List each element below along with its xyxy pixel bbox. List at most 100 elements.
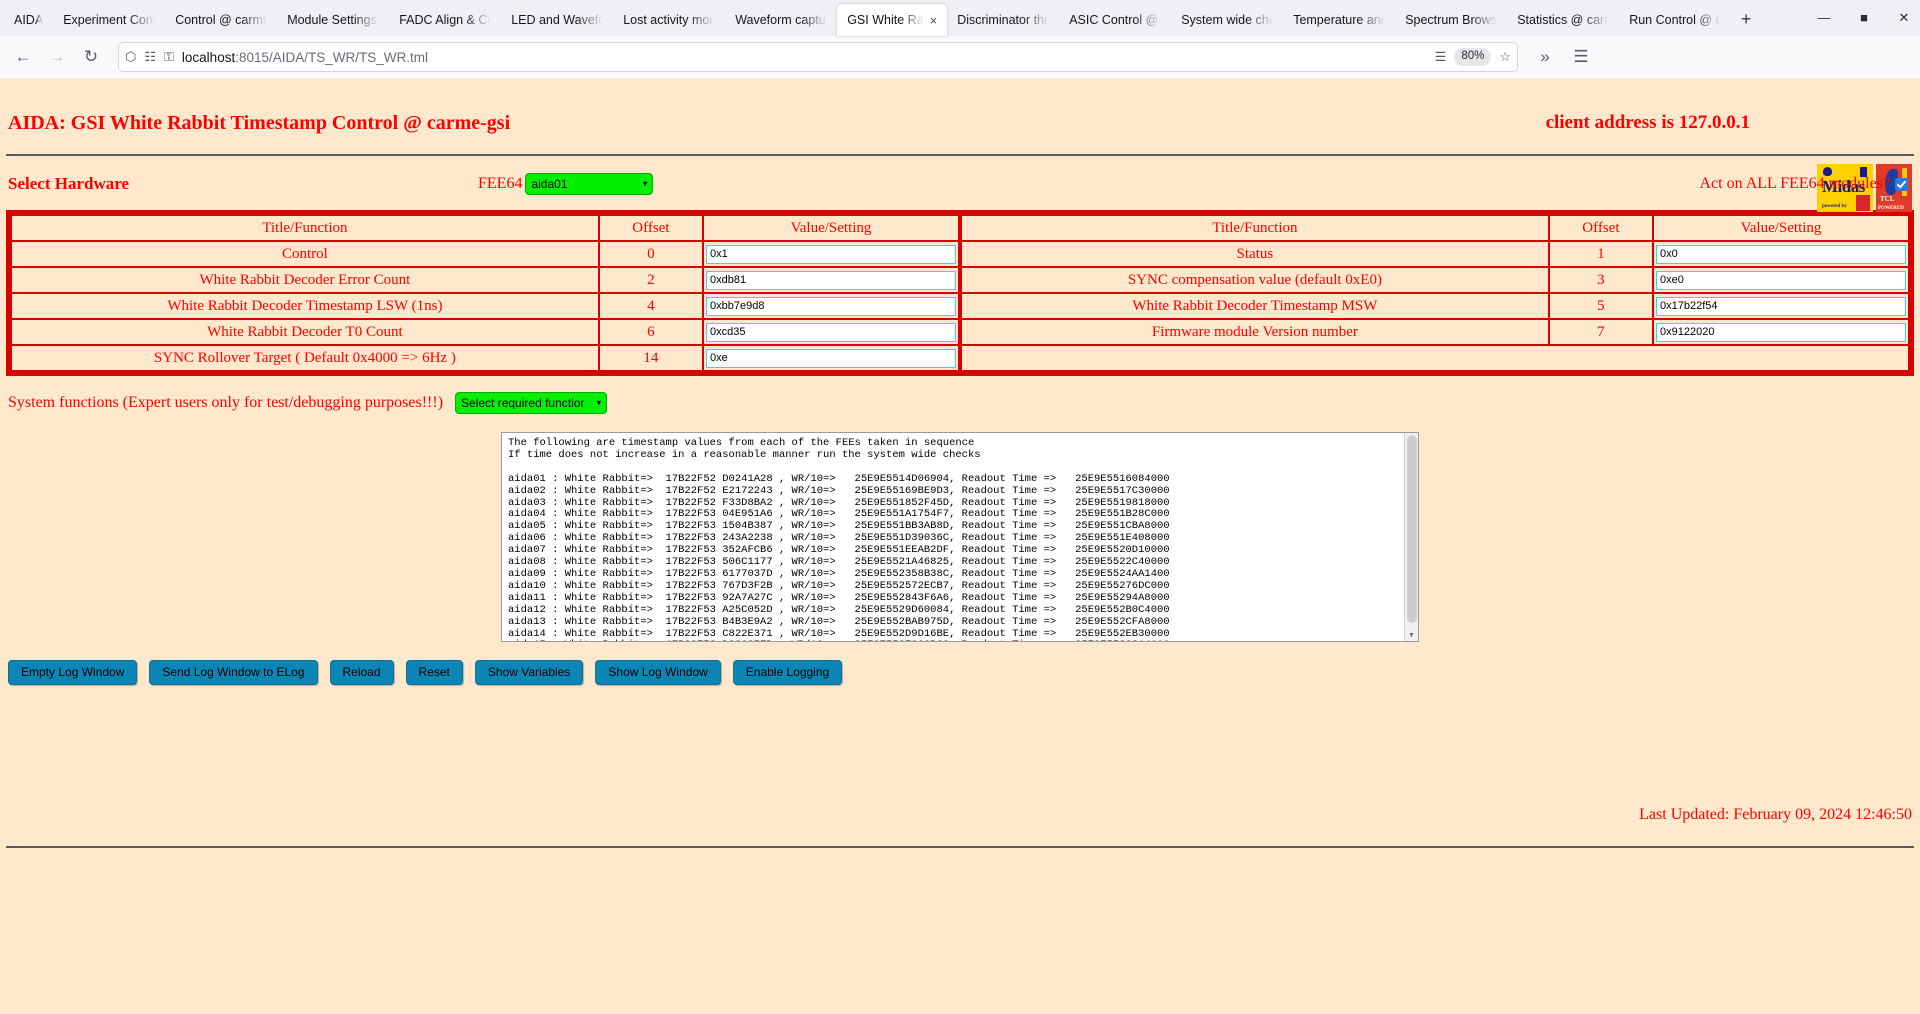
table-row: White Rabbit Decoder T0 Count 6 <box>10 318 960 346</box>
page-info-icon[interactable]: ☷ <box>144 49 156 65</box>
register-value-input[interactable] <box>1656 322 1906 342</box>
page-content: AIDA: GSI White Rabbit Timestamp Control… <box>0 78 1920 1014</box>
fee64-select-group: FEE64 aida01 ▾ <box>478 173 654 195</box>
row-offset: 14 <box>597 344 705 372</box>
tab-label: Statistics @ carme-gsi <box>1517 13 1609 27</box>
browser-tab[interactable]: Lost activity monitor @ ca <box>613 4 725 36</box>
enable-logging-button[interactable]: Enable Logging <box>732 660 843 686</box>
browser-tab[interactable]: System wide checks @ ca <box>1171 4 1283 36</box>
log-scroll-thumb[interactable] <box>1407 435 1417 623</box>
reader-mode-icon[interactable]: ☰ <box>1435 49 1447 65</box>
show-variables-button[interactable]: Show Variables <box>474 660 584 686</box>
action-button-row: Empty Log Window Send Log Window to ELog… <box>0 642 1920 686</box>
browser-tab[interactable]: Module Settings @ carme <box>277 4 389 36</box>
fee64-select[interactable]: aida01 <box>525 173 654 195</box>
browser-tab[interactable]: Statistics @ carme-gsi <box>1507 4 1619 36</box>
table-header-row: Title/Function Offset Value/Setting <box>960 214 1910 242</box>
last-updated-timestamp: Last Updated: February 09, 2024 12:46:50 <box>1639 806 1912 823</box>
column-header-title: Title/Function <box>10 214 600 242</box>
column-header-offset: Offset <box>1547 214 1655 242</box>
close-icon[interactable]: × <box>930 14 938 27</box>
tab-label: Lost activity monitor @ ca <box>623 13 716 27</box>
client-address: client address is 127.0.0.1 <box>1545 112 1750 133</box>
scroll-down-icon[interactable]: ▼ <box>1408 631 1415 639</box>
close-window-icon[interactable]: ✕ <box>1894 11 1914 24</box>
browser-tab[interactable]: AIDA <box>4 4 53 36</box>
show-log-window-button[interactable]: Show Log Window <box>595 660 721 686</box>
zoom-level-badge[interactable]: 80% <box>1454 48 1492 66</box>
browser-tab[interactable]: Experiment Control @ ca <box>53 4 165 36</box>
page-title: AIDA: GSI White Rabbit Timestamp Control… <box>8 111 511 134</box>
empty-log-window-button[interactable]: Empty Log Window <box>8 660 138 686</box>
tab-label: GSI White Rabbit Timesta <box>847 13 928 27</box>
system-function-select-wrap: Select required function ▾ <box>455 392 608 414</box>
forward-icon[interactable]: → <box>42 42 72 72</box>
act-on-all-label: Act on ALL FEE64 modules? <box>1699 175 1891 192</box>
row-value-cell <box>1652 292 1910 320</box>
tab-label: LED and Waveform @ car <box>511 13 604 27</box>
url-host: localhost <box>181 49 236 65</box>
browser-tab[interactable]: Run Control @ carme-gsi <box>1619 4 1731 36</box>
table-row: White Rabbit Decoder Error Count 2 <box>10 266 960 294</box>
column-header-title: Title/Function <box>960 214 1550 242</box>
minimize-icon[interactable]: — <box>1814 11 1834 24</box>
table-row: White Rabbit Decoder Timestamp LSW (1ns)… <box>10 292 960 320</box>
window-controls: — ■ ✕ <box>1814 2 1914 32</box>
bookmark-star-icon[interactable]: ☆ <box>1499 49 1511 65</box>
permissions-icon[interactable]: ⚿ <box>164 49 174 65</box>
fee64-select-wrap: aida01 ▾ <box>525 173 654 195</box>
browser-tab[interactable]: FADC Align & Control @ c <box>389 4 501 36</box>
row-value-cell <box>1652 266 1910 294</box>
register-value-input[interactable] <box>706 244 956 264</box>
system-function-select[interactable]: Select required function <box>455 392 608 414</box>
browser-tab[interactable]: Spectrum Browser @ carm <box>1395 4 1507 36</box>
browser-tab[interactable]: Temperature and Voltage <box>1283 4 1395 36</box>
register-value-input[interactable] <box>706 270 956 290</box>
log-scrollbar[interactable]: ▲ ▼ <box>1404 433 1418 641</box>
register-table-left: Title/Function Offset Value/Setting Cont… <box>10 214 960 372</box>
row-offset: 1 <box>1547 240 1655 268</box>
maximize-icon[interactable]: ■ <box>1854 11 1874 24</box>
shield-icon[interactable]: ⬡ <box>125 49 136 65</box>
row-offset: 0 <box>597 240 705 268</box>
system-functions-label: System functions (Expert users only for … <box>8 394 444 411</box>
browser-tab[interactable]: ASIC Control @ carme-gsi <box>1059 4 1171 36</box>
browser-tab[interactable]: LED and Waveform @ car <box>501 4 613 36</box>
row-title: Status <box>960 240 1550 268</box>
reload-button[interactable]: Reload <box>329 660 394 686</box>
browser-tab[interactable]: Waveform capture @ carm <box>725 4 837 36</box>
row-value-cell <box>702 344 960 372</box>
browser-tab-active[interactable]: GSI White Rabbit Timesta × <box>837 4 948 36</box>
register-value-input[interactable] <box>706 296 956 316</box>
navigation-bar: ← → ↻ ⬡ ☷ ⚿ localhost:8015/AIDA/TS_WR/TS… <box>0 36 1920 78</box>
tab-label: Spectrum Browser @ carm <box>1405 13 1497 27</box>
table-row: Control 0 <box>10 240 960 268</box>
back-icon[interactable]: ← <box>8 42 38 72</box>
reload-icon[interactable]: ↻ <box>76 42 106 72</box>
row-title: White Rabbit Decoder T0 Count <box>10 318 600 346</box>
midas-logo-subtext: powered by <box>1822 204 1847 209</box>
row-offset: 4 <box>597 292 705 320</box>
send-log-to-elog-button[interactable]: Send Log Window to ELog <box>149 660 318 686</box>
act-on-all-group[interactable]: Act on ALL FEE64 modules? <box>1700 175 1913 193</box>
register-value-input[interactable] <box>1656 244 1906 264</box>
log-text: The following are timestamp values from … <box>508 437 1170 641</box>
browser-tab[interactable]: Discriminator thresholds <box>947 4 1059 36</box>
tab-label: Waveform capture @ carm <box>735 13 827 27</box>
url-bar[interactable]: ⬡ ☷ ⚿ localhost:8015/AIDA/TS_WR/TS_WR.tm… <box>118 42 1518 72</box>
register-value-input[interactable] <box>1656 296 1906 316</box>
browser-chrome: AIDA Experiment Control @ ca Control @ c… <box>0 0 1920 78</box>
table-row: SYNC compensation value (default 0xE0) 3 <box>960 266 1910 294</box>
reset-button[interactable]: Reset <box>405 660 463 686</box>
register-value-input[interactable] <box>1656 270 1906 290</box>
register-value-input[interactable] <box>706 322 956 342</box>
row-title: SYNC compensation value (default 0xE0) <box>960 266 1550 294</box>
act-on-all-checkbox[interactable] <box>1895 177 1908 191</box>
log-window[interactable]: The following are timestamp values from … <box>501 432 1419 642</box>
hamburger-menu-icon[interactable]: ☰ <box>1566 42 1596 72</box>
tab-label: Discriminator thresholds <box>957 13 1049 27</box>
overflow-chevron-icon[interactable]: » <box>1530 42 1560 72</box>
new-tab-icon[interactable]: + <box>1731 4 1761 34</box>
register-value-input[interactable] <box>706 348 956 368</box>
browser-tab[interactable]: Control @ carme-gsi <box>165 4 277 36</box>
